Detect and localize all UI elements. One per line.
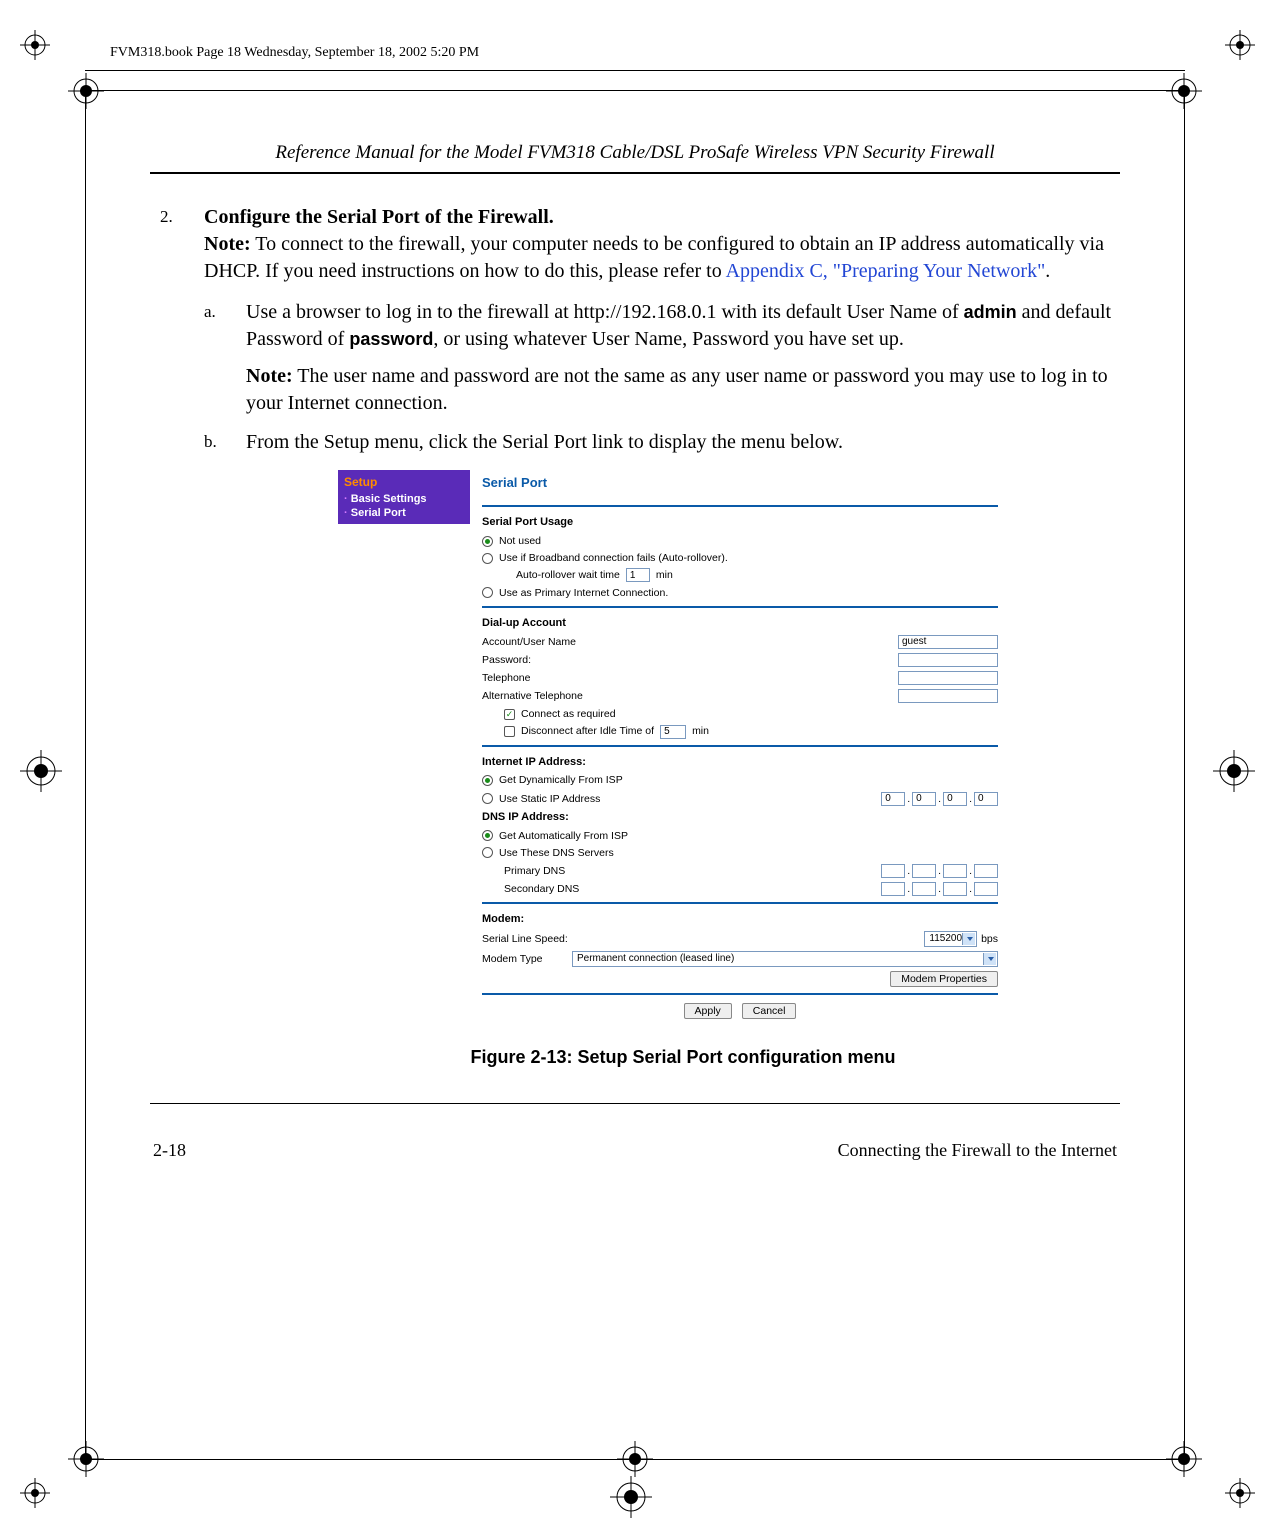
registration-mark-icon xyxy=(68,73,104,109)
primary-dns-3[interactable] xyxy=(943,864,967,878)
footer-rule xyxy=(150,1103,1120,1104)
substep-a-text: Use a browser to log in to the firewall … xyxy=(246,301,1111,350)
registration-mark-icon xyxy=(68,1441,104,1477)
radio-primary-label: Use as Primary Internet Connection. xyxy=(499,586,668,600)
cancel-button[interactable]: Cancel xyxy=(742,1003,797,1019)
substep-b: b. From the Setup menu, click the Serial… xyxy=(204,429,1120,1080)
password-label: Password: xyxy=(482,653,531,667)
modem-type-select[interactable]: Permanent connection (leased line) xyxy=(572,951,998,967)
substep-a-note: Note: The user name and password are not… xyxy=(246,363,1120,417)
account-label: Account/User Name xyxy=(482,635,576,649)
secondary-dns-label: Secondary DNS xyxy=(504,882,579,896)
registration-mark-icon xyxy=(20,750,62,792)
radio-ip-dynamic[interactable] xyxy=(482,775,493,786)
static-ip-input-group: ... xyxy=(881,792,998,806)
static-ip-octet-4[interactable] xyxy=(974,792,998,806)
print-slug: FVM318.book Page 18 Wednesday, September… xyxy=(110,45,479,61)
primary-dns-4[interactable] xyxy=(974,864,998,878)
crop-mark-icon xyxy=(1225,1478,1255,1508)
radio-primary-connection[interactable] xyxy=(482,587,493,598)
serial-port-usage-label: Serial Port Usage xyxy=(482,515,998,530)
internet-ip-label: Internet IP Address: xyxy=(482,755,998,770)
radio-dns-auto[interactable] xyxy=(482,830,493,841)
primary-dns-2[interactable] xyxy=(912,864,936,878)
serial-speed-label: Serial Line Speed: xyxy=(482,932,568,946)
telephone-label: Telephone xyxy=(482,671,530,685)
sidebar-item-serial-port[interactable]: Serial Port xyxy=(344,506,464,520)
note-label: Note: xyxy=(204,233,251,255)
crop-mark-icon xyxy=(1225,30,1255,60)
radio-not-used[interactable] xyxy=(482,536,493,547)
rollover-wait-input[interactable] xyxy=(626,568,650,582)
crop-mark-icon xyxy=(20,1478,50,1508)
idle-time-input[interactable] xyxy=(660,725,686,739)
radio-auto-rollover[interactable] xyxy=(482,553,493,564)
alt-telephone-input[interactable] xyxy=(898,689,998,703)
substep-b-text: From the Setup menu, click the Serial Po… xyxy=(246,431,843,453)
password-input[interactable] xyxy=(898,653,998,667)
serial-speed-select[interactable]: 115200 xyxy=(924,931,977,947)
telephone-input[interactable] xyxy=(898,671,998,685)
footer-section: Connecting the Firewall to the Internet xyxy=(838,1138,1117,1162)
modem-properties-button[interactable]: Modem Properties xyxy=(890,971,998,987)
figure-caption: Figure 2-13: Setup Serial Port configura… xyxy=(246,1045,1120,1069)
radio-ip-static[interactable] xyxy=(482,793,493,804)
header-rule xyxy=(150,172,1120,174)
alt-telephone-label: Alternative Telephone xyxy=(482,689,583,703)
radio-dns-manual[interactable] xyxy=(482,847,493,858)
setup-sidebar: Setup Basic Settings Serial Port xyxy=(338,470,470,524)
registration-mark-icon xyxy=(610,1476,652,1518)
step-2: 2. Configure the Serial Port of the Fire… xyxy=(160,204,1120,1092)
static-ip-octet-1[interactable] xyxy=(881,792,905,806)
dns-ip-label: DNS IP Address: xyxy=(482,810,998,825)
radio-auto-rollover-label: Use if Broadband connection fails (Auto-… xyxy=(499,551,728,565)
static-ip-octet-2[interactable] xyxy=(912,792,936,806)
apply-button[interactable]: Apply xyxy=(684,1003,732,1019)
registration-mark-icon xyxy=(1166,1441,1202,1477)
running-head: Reference Manual for the Model FVM318 Ca… xyxy=(150,140,1120,166)
registration-mark-icon xyxy=(1213,750,1255,792)
static-ip-octet-3[interactable] xyxy=(943,792,967,806)
checkbox-connect-as-required[interactable] xyxy=(504,709,515,720)
dialup-label: Dial-up Account xyxy=(482,616,998,631)
crop-mark-icon xyxy=(20,30,50,60)
slug-rule xyxy=(85,70,1185,71)
radio-not-used-label: Not used xyxy=(499,534,541,548)
substep-marker: b. xyxy=(204,429,224,1080)
primary-dns-label: Primary DNS xyxy=(504,864,565,878)
registration-mark-icon xyxy=(1166,73,1202,109)
modem-type-label: Modem Type xyxy=(482,952,562,966)
step-number: 2. xyxy=(160,204,182,1092)
substep-a: a. Use a browser to log in to the firewa… xyxy=(204,299,1120,417)
panel-title: Serial Port xyxy=(482,474,998,492)
substep-marker: a. xyxy=(204,299,224,417)
appendix-xref-link[interactable]: Appendix C, "Preparing Your Network" xyxy=(726,260,1046,282)
secondary-dns-1[interactable] xyxy=(881,882,905,896)
account-input[interactable] xyxy=(898,635,998,649)
primary-dns-1[interactable] xyxy=(881,864,905,878)
modem-label: Modem: xyxy=(482,912,998,927)
sidebar-item-basic-settings[interactable]: Basic Settings xyxy=(344,492,464,506)
registration-mark-icon xyxy=(617,1441,653,1477)
page-number: 2-18 xyxy=(153,1138,186,1162)
rollover-wait-label: Auto-rollover wait time xyxy=(516,568,620,582)
step-title: Configure the Serial Port of the Firewal… xyxy=(204,206,554,228)
secondary-dns-4[interactable] xyxy=(974,882,998,896)
checkbox-disconnect-idle[interactable] xyxy=(504,726,515,737)
secondary-dns-2[interactable] xyxy=(912,882,936,896)
sidebar-header: Setup xyxy=(344,474,464,490)
figure-serial-port-ui: Setup Basic Settings Serial Port Serial … xyxy=(338,470,998,1020)
secondary-dns-3[interactable] xyxy=(943,882,967,896)
